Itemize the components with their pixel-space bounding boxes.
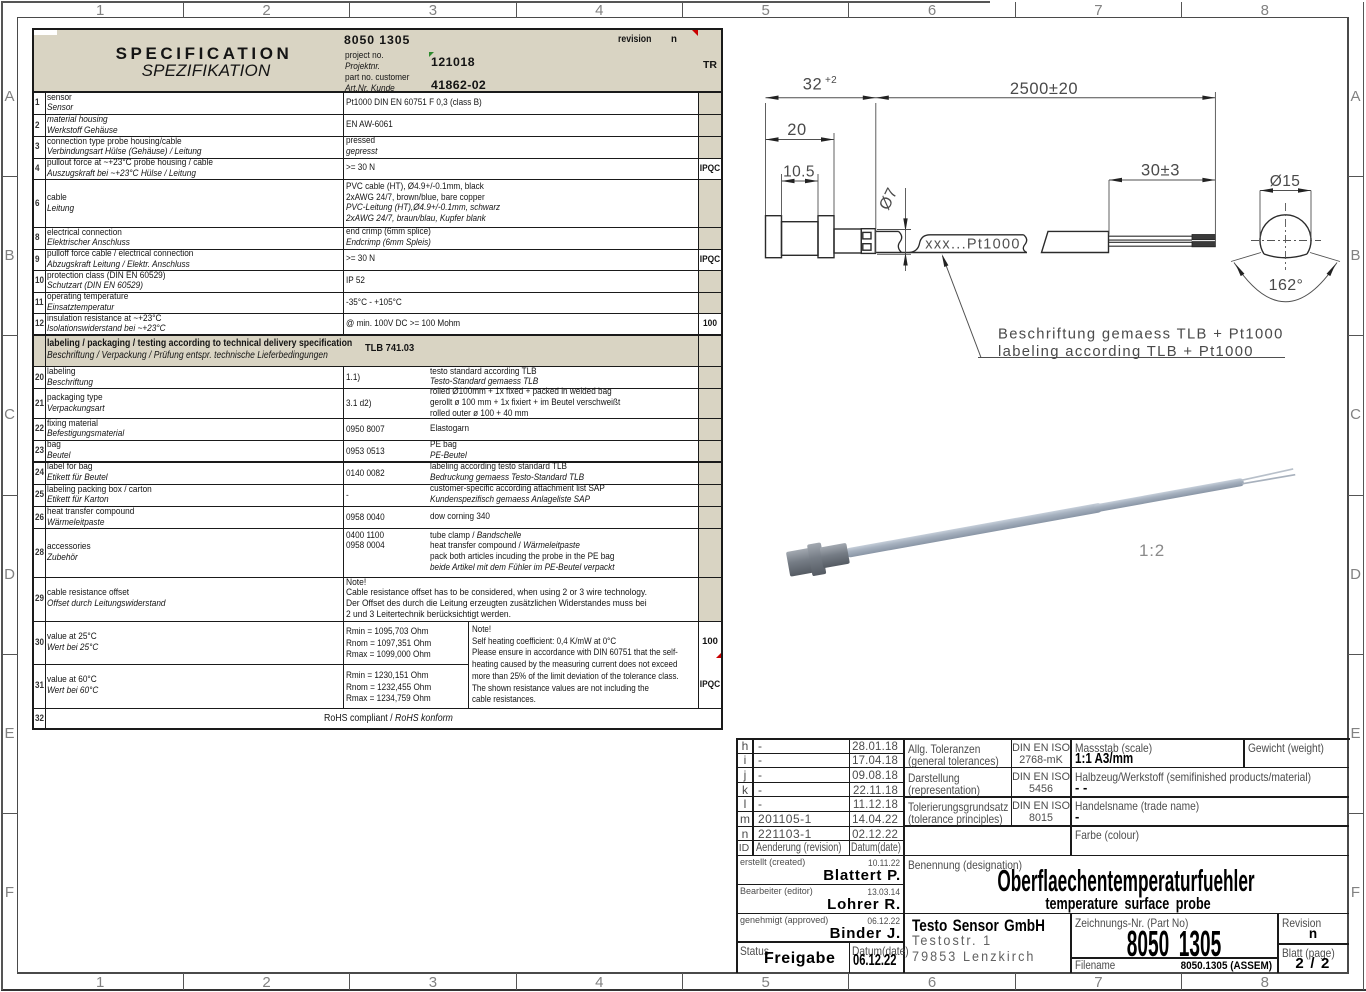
svg-text:10.5: 10.5: [783, 164, 815, 181]
svg-text:labeling according TLB + Pt100: labeling according TLB + Pt1000: [998, 344, 1254, 360]
svg-text:1:2: 1:2: [1139, 541, 1165, 560]
svg-text:xxx...Pt1000: xxx...Pt1000: [925, 237, 1020, 253]
svg-text:20: 20: [787, 121, 807, 139]
svg-text:162°: 162°: [1269, 277, 1304, 294]
svg-text:Beschriftung gemaess TLB + Pt1: Beschriftung gemaess TLB + Pt1000: [998, 327, 1284, 343]
svg-text:30±3: 30±3: [1141, 162, 1180, 180]
svg-text:+2: +2: [825, 75, 837, 86]
svg-text:Ø7: Ø7: [876, 185, 901, 212]
svg-text:32: 32: [803, 76, 823, 94]
svg-text:Ø15: Ø15: [1270, 173, 1301, 190]
svg-text:2500±20: 2500±20: [1010, 80, 1078, 98]
